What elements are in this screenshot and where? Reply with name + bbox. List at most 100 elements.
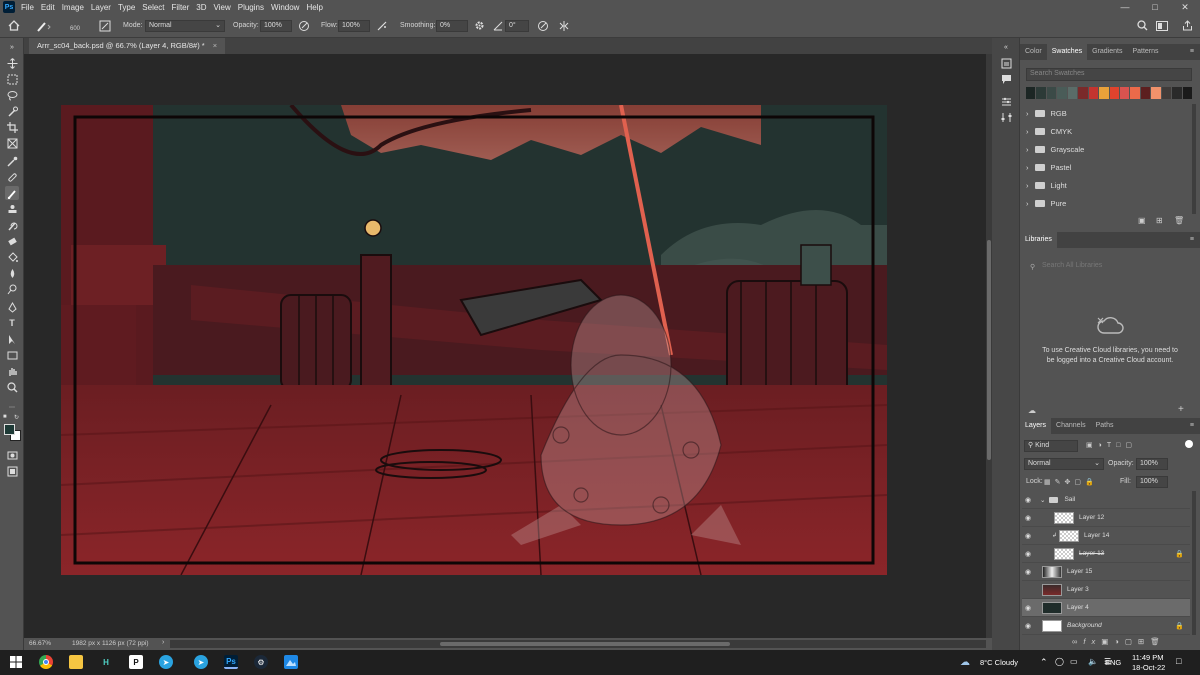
brush-angle-icon[interactable] [493,21,503,31]
mode-select[interactable]: Normal ⌄ [145,19,225,32]
default-colors-icon[interactable]: ■ [3,414,9,420]
pressure-opacity-icon[interactable] [298,20,310,32]
horizontal-scroll-thumb[interactable] [440,642,730,646]
share-icon[interactable] [1182,20,1193,31]
new-group-folder-icon[interactable]: ▣ [1138,216,1146,225]
smoothing-options-gear-icon[interactable] [474,20,485,31]
swatch-group-light[interactable]: › Light [1026,176,1192,194]
tab-layers[interactable]: Layers [1020,418,1052,434]
swatch-group-pure[interactable]: › Pure [1026,194,1192,212]
document-dimensions[interactable]: 1982 px x 1126 px (72 ppi) [72,640,149,647]
menu-image[interactable]: Image [62,3,84,12]
dodge-tool-icon[interactable] [5,282,19,296]
photoshop-taskbar-icon[interactable]: Ps [224,655,238,669]
swatch-chip[interactable] [1046,87,1057,99]
swatch-chip[interactable] [1182,87,1192,99]
frame-tool-icon[interactable] [5,136,19,150]
comments-panel-icon[interactable] [999,72,1013,86]
history-panel-icon[interactable] [999,56,1013,70]
smoothing-field[interactable]: 0% [436,19,468,32]
add-library-icon[interactable]: + [1178,404,1184,415]
language-indicator[interactable]: ENG [1105,658,1121,667]
swatch-group-rgb[interactable]: › RGB [1026,104,1192,122]
weather-cloud-icon[interactable]: ☁ [960,657,970,668]
swatch-chip[interactable] [1026,87,1036,99]
tab-color[interactable]: Color [1020,44,1047,60]
menu-help[interactable]: Help [306,3,322,12]
windows-start-icon[interactable] [9,655,23,669]
move-tool-icon[interactable] [5,56,19,70]
screen-mode-icon[interactable] [5,464,19,478]
lock-options-icons[interactable]: ▦✎✥▢🔒 [1044,478,1098,486]
clock-date[interactable]: 18-Oct-22 [1132,663,1165,672]
angle-field[interactable]: 0° [505,19,529,32]
hand-tool-icon[interactable] [5,364,19,378]
menu-view[interactable]: View [214,3,231,12]
panel-menu-icon[interactable]: ≡ [1190,44,1194,60]
menu-select[interactable]: Select [142,3,164,12]
adjustments-panel-icon[interactable] [999,94,1013,108]
status-menu-chevron-icon[interactable]: › [162,639,164,646]
collapse-panels-icon[interactable]: « [999,40,1013,54]
app-p-icon[interactable]: P [129,655,143,669]
layer-row-layer-13[interactable]: ◉ Layer 13 🔒 [1022,545,1190,563]
notifications-icon[interactable]: □ [1176,656,1181,666]
close-button[interactable]: ✕ [1170,0,1200,14]
swatch-chip[interactable] [1036,87,1046,99]
visibility-eye-icon[interactable]: ◉ [1022,586,1034,594]
layers-footer-icons[interactable]: ∞fx▣◑▢⊞🗑 [1072,637,1166,646]
app-h-icon[interactable]: H [99,655,113,669]
menu-filter[interactable]: Filter [172,3,190,12]
visibility-eye-icon[interactable]: ◉ [1022,568,1034,576]
tab-patterns[interactable]: Patterns [1127,44,1163,60]
quick-select-tool-icon[interactable] [5,104,19,118]
swatch-chip[interactable] [1140,87,1151,99]
tab-libraries[interactable]: Libraries [1020,232,1057,248]
photos-icon[interactable] [284,655,298,669]
paint-bucket-tool-icon[interactable] [5,250,19,264]
weather-text[interactable]: 8°C Cloudy [980,658,1018,667]
fill-field[interactable]: 100% [1136,476,1168,488]
blend-mode-select[interactable]: Normal ⌄ [1024,458,1104,470]
lasso-tool-icon[interactable] [5,88,19,102]
menu-type[interactable]: Type [118,3,135,12]
minimize-button[interactable]: — [1110,0,1140,14]
layer-row-background[interactable]: ◉ Background 🔒 [1022,617,1190,635]
layer-filter-select[interactable]: ⚲ Kind [1024,440,1078,452]
visibility-eye-icon[interactable]: ◉ [1022,604,1034,612]
swatch-chip[interactable] [1067,87,1078,99]
libraries-search-input[interactable]: Search All Libraries [1042,262,1102,269]
swatch-chip[interactable] [1119,87,1130,99]
menu-plugins[interactable]: Plugins [238,3,264,12]
layer-filter-icons[interactable]: ▣◑T□▢ [1086,441,1137,449]
tab-swatches[interactable]: Swatches [1046,44,1088,60]
layers-scrollbar[interactable] [1192,491,1196,635]
foreground-color-swatch[interactable] [4,424,15,435]
visibility-eye-icon[interactable]: ◉ [1022,496,1034,504]
swatch-group-pastel[interactable]: › Pastel [1026,158,1192,176]
marquee-tool-icon[interactable] [5,72,19,86]
eraser-tool-icon[interactable] [5,234,19,248]
show-hidden-icons-icon[interactable]: ⌃ [1040,657,1048,668]
layer-row-layer-14[interactable]: ◉ ↲ Layer 14 [1022,527,1190,545]
swatches-scrollbar[interactable] [1192,104,1196,214]
swatch-chip[interactable] [1078,87,1088,99]
tab-channels[interactable]: Channels [1051,418,1091,434]
vertical-scroll-thumb[interactable] [987,240,991,460]
layer-row-layer-4[interactable]: ◉ Layer 4 [1022,599,1190,617]
speaker-icon[interactable]: 🔈 [1088,657,1098,666]
healing-brush-tool-icon[interactable] [5,170,19,184]
chevron-down-icon[interactable]: ⌄ [1040,496,1045,504]
swatch-chip[interactable] [1161,87,1172,99]
swatch-group-grayscale[interactable]: › Grayscale [1026,140,1192,158]
search-icon[interactable] [1137,20,1148,31]
tab-paths[interactable]: Paths [1091,418,1119,434]
swatch-chip[interactable] [1151,87,1161,99]
menu-window[interactable]: Window [271,3,299,12]
layer-opacity-field[interactable]: 100% [1136,458,1168,470]
panel-menu-icon[interactable]: ≡ [1190,232,1194,248]
eyedropper-tool-icon[interactable] [5,154,19,168]
swatch-chip[interactable] [1130,87,1140,99]
swatch-group-cmyk[interactable]: › CMYK [1026,122,1192,140]
visibility-eye-icon[interactable]: ◉ [1022,532,1034,540]
